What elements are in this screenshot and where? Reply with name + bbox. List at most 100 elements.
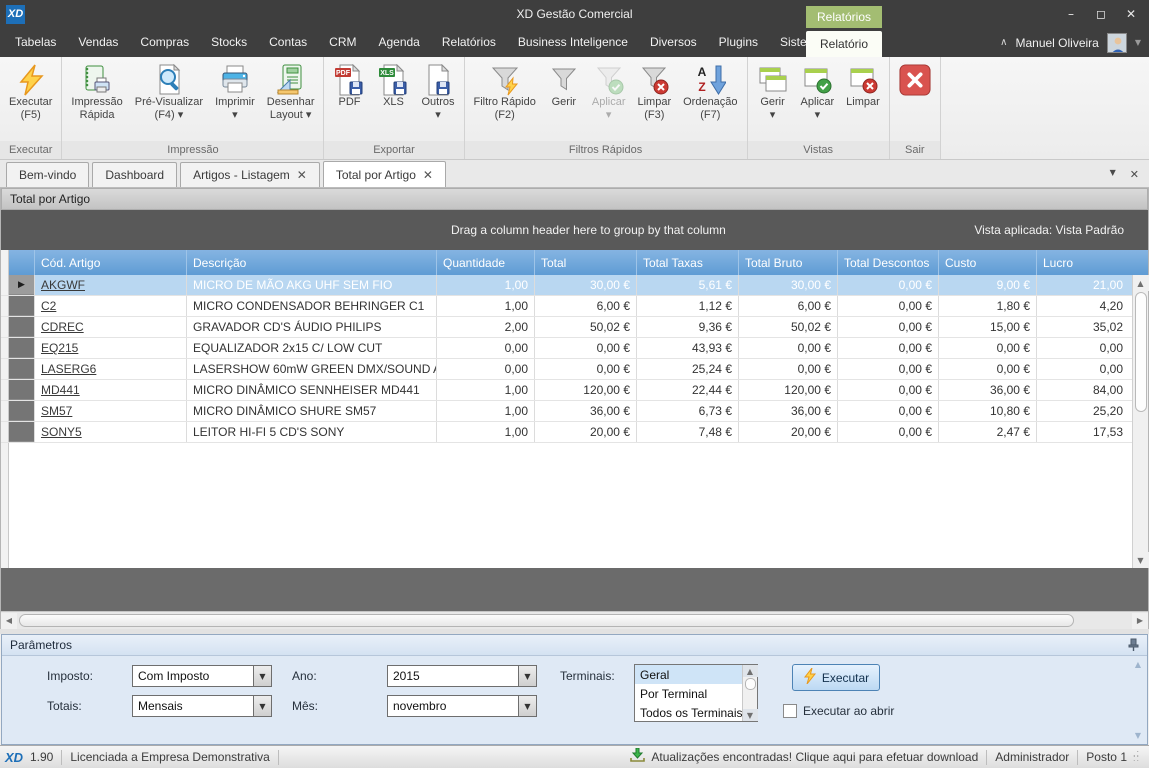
tab-bem-vindo[interactable]: Bem-vindo bbox=[6, 162, 89, 187]
user-name[interactable]: Manuel Oliveira bbox=[1015, 36, 1098, 50]
tab-total-por-artigo[interactable]: Total por Artigo✕ bbox=[323, 161, 446, 187]
table-row[interactable]: SONY5LEITOR HI-FI 5 CD'S SONY1,0020,00 €… bbox=[1, 422, 1148, 443]
column-header-quantidade[interactable]: Quantidade bbox=[436, 250, 534, 275]
article-code-link[interactable]: LASERG6 bbox=[41, 362, 96, 376]
scroll-right-icon[interactable]: ▶ bbox=[1132, 613, 1148, 629]
user-avatar[interactable] bbox=[1107, 33, 1127, 53]
parameters-scrollbar[interactable]: ▲ ▼ bbox=[1131, 660, 1145, 740]
contextual-tab-relatorios[interactable]: Relatórios bbox=[806, 6, 882, 28]
menu-item-vendas[interactable]: Vendas bbox=[67, 28, 129, 57]
terminais-option-todos-os-terminais[interactable]: Todos os Terminais bbox=[635, 703, 742, 721]
column-header-total-taxas[interactable]: Total Taxas bbox=[636, 250, 738, 275]
views-manage-button[interactable]: Gerir▾ bbox=[751, 61, 795, 123]
close-button[interactable]: ✕ bbox=[1117, 4, 1145, 24]
column-header-total[interactable]: Total bbox=[534, 250, 636, 275]
column-header-custo[interactable]: Custo bbox=[938, 250, 1036, 275]
scroll-left-icon[interactable]: ◀ bbox=[1, 613, 17, 629]
exit-button[interactable] bbox=[893, 61, 937, 110]
menu-item-diversos[interactable]: Diversos bbox=[639, 28, 708, 57]
scroll-down-icon[interactable]: ▼ bbox=[1133, 552, 1149, 568]
table-row[interactable]: CDRECGRAVADOR CD'S ÁUDIO PHILIPS2,0050,0… bbox=[1, 317, 1148, 338]
group-by-band[interactable]: Drag a column header here to group by th… bbox=[1, 210, 1148, 250]
mes-select[interactable]: novembro ▼ bbox=[387, 695, 537, 717]
table-row[interactable]: C2MICRO CONDENSADOR BEHRINGER C11,006,00… bbox=[1, 296, 1148, 317]
other-file-button[interactable]: Outros▾ bbox=[415, 61, 460, 123]
menu-item-plugins[interactable]: Plugins bbox=[708, 28, 769, 57]
minimize-button[interactable]: – bbox=[1057, 4, 1085, 24]
ano-select[interactable]: 2015 ▼ bbox=[387, 665, 537, 687]
menu-item-agenda[interactable]: Agenda bbox=[367, 28, 430, 57]
mes-dropdown-icon[interactable]: ▼ bbox=[518, 696, 536, 716]
column-header-c-d-artigo[interactable]: Cód. Artigo bbox=[34, 250, 186, 275]
terminais-scroll-thumb[interactable] bbox=[745, 678, 756, 690]
tab-artigos-listagem[interactable]: Artigos - Listagem✕ bbox=[180, 162, 320, 187]
article-code-link[interactable]: CDREC bbox=[41, 320, 84, 334]
terminais-option-geral[interactable]: Geral bbox=[635, 665, 742, 684]
totais-select[interactable]: Mensais ▼ bbox=[132, 695, 272, 717]
print-preview-button[interactable]: Pré-Visualizar(F4) ▾ bbox=[129, 61, 209, 123]
filter-button[interactable]: Gerir bbox=[542, 61, 586, 123]
table-row[interactable]: EQ215EQUALIZADOR 2x15 C/ LOW CUT0,000,00… bbox=[1, 338, 1148, 359]
design-layout-button[interactable]: DesenharLayout ▾ bbox=[261, 61, 321, 123]
tab-list-dropdown-icon[interactable]: ▼ bbox=[1110, 168, 1116, 181]
tab-close-icon[interactable]: ✕ bbox=[423, 170, 433, 180]
ribbon-tab-relatorio[interactable]: Relatório bbox=[806, 31, 882, 57]
menu-item-relatórios[interactable]: Relatórios bbox=[431, 28, 507, 57]
table-row[interactable]: ▶AKGWFMICRO DE MÃO AKG UHF SEM FIO1,0030… bbox=[1, 275, 1148, 296]
filter-quick-button[interactable]: Filtro Rápido(F2) bbox=[468, 61, 542, 123]
execute-lightning-button[interactable]: Executar(F5) bbox=[3, 61, 58, 123]
views-clear-button[interactable]: Limpar bbox=[840, 61, 886, 123]
article-code-link[interactable]: EQ215 bbox=[41, 341, 78, 355]
terminais-listbox[interactable]: GeralPor TerminalTodos os Terminais ▲ ▼ bbox=[634, 664, 758, 722]
terminais-option-por-terminal[interactable]: Por Terminal bbox=[635, 684, 742, 703]
terminais-scrollbar[interactable]: ▲ ▼ bbox=[742, 665, 757, 721]
update-message-link[interactable]: Atualizações encontradas! Clique aqui pa… bbox=[651, 750, 978, 764]
maximize-button[interactable]: ◻ bbox=[1087, 4, 1115, 24]
column-header-lucro[interactable]: Lucro bbox=[1036, 250, 1129, 275]
parameters-scroll-up-icon[interactable]: ▲ bbox=[1135, 660, 1141, 669]
column-header-total-descontos[interactable]: Total Descontos bbox=[837, 250, 938, 275]
menu-item-stocks[interactable]: Stocks bbox=[200, 28, 258, 57]
imposto-dropdown-icon[interactable]: ▼ bbox=[253, 666, 271, 686]
execute-on-open-checkbox[interactable] bbox=[783, 704, 797, 718]
table-row[interactable]: LASERG6LASERSHOW 60mW GREEN DMX/SOUND A.… bbox=[1, 359, 1148, 380]
article-code-link[interactable]: MD441 bbox=[41, 383, 80, 397]
sort-az-button[interactable]: AZOrdenação(F7) bbox=[677, 61, 743, 123]
quick-print-button[interactable]: ImpressãoRápida bbox=[65, 61, 128, 123]
table-row[interactable]: SM57MICRO DINÂMICO SHURE SM571,0036,00 €… bbox=[1, 401, 1148, 422]
pin-icon[interactable] bbox=[1127, 638, 1139, 655]
totais-dropdown-icon[interactable]: ▼ bbox=[253, 696, 271, 716]
menu-item-crm[interactable]: CRM bbox=[318, 28, 367, 57]
column-header-total-bruto[interactable]: Total Bruto bbox=[738, 250, 837, 275]
horizontal-scrollbar[interactable]: ◀ ▶ bbox=[1, 611, 1148, 629]
imposto-select[interactable]: Com Imposto ▼ bbox=[132, 665, 272, 687]
terminais-scroll-down-icon[interactable]: ▼ bbox=[743, 709, 758, 721]
table-row[interactable]: MD441MICRO DINÂMICO SENNHEISER MD4411,00… bbox=[1, 380, 1148, 401]
column-header-descri-o[interactable]: Descrição bbox=[186, 250, 436, 275]
ano-dropdown-icon[interactable]: ▼ bbox=[518, 666, 536, 686]
user-dropdown-icon[interactable]: ▼ bbox=[1135, 38, 1141, 47]
menu-item-tabelas[interactable]: Tabelas bbox=[4, 28, 67, 57]
execute-button[interactable]: Executar bbox=[792, 664, 880, 691]
tab-close-all-icon[interactable]: ✕ bbox=[1130, 168, 1139, 181]
vertical-scrollbar[interactable]: ▲ ▼ bbox=[1132, 275, 1148, 568]
vertical-scroll-thumb[interactable] bbox=[1135, 292, 1147, 412]
parameters-scroll-down-icon[interactable]: ▼ bbox=[1135, 731, 1141, 740]
collapse-ribbon-icon[interactable]: ∧ bbox=[1000, 37, 1007, 48]
article-code-link[interactable]: AKGWF bbox=[41, 278, 85, 292]
article-code-link[interactable]: SM57 bbox=[41, 404, 72, 418]
menu-item-contas[interactable]: Contas bbox=[258, 28, 318, 57]
xls-file-button[interactable]: XLSXLS bbox=[371, 61, 415, 123]
resize-grip[interactable]: .::: bbox=[1133, 751, 1145, 763]
article-code-link[interactable]: SONY5 bbox=[41, 425, 82, 439]
update-download-icon[interactable] bbox=[630, 748, 645, 766]
tab-dashboard[interactable]: Dashboard bbox=[92, 162, 177, 187]
scroll-up-icon[interactable]: ▲ bbox=[1133, 275, 1149, 291]
horizontal-scroll-thumb[interactable] bbox=[19, 614, 1074, 627]
tab-close-icon[interactable]: ✕ bbox=[297, 170, 307, 180]
terminais-scroll-up-icon[interactable]: ▲ bbox=[743, 665, 758, 677]
printer-button[interactable]: Imprimir▾ bbox=[209, 61, 261, 123]
filter-clear-button[interactable]: Limpar(F3) bbox=[631, 61, 677, 123]
menu-item-business-inteligence[interactable]: Business Inteligence bbox=[507, 28, 639, 57]
article-code-link[interactable]: C2 bbox=[41, 299, 56, 313]
